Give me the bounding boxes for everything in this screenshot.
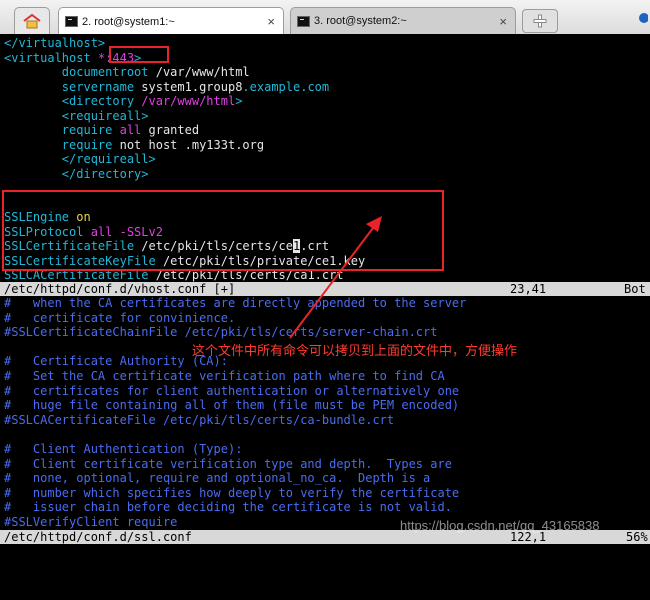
annotation-arrow xyxy=(289,216,382,339)
watermark: https://blog.csdn.net/qq_43165838 xyxy=(400,518,600,533)
annotation-text: 这个文件中所有命令可以拷贝到上面的文件中，方便操作 xyxy=(192,344,518,359)
